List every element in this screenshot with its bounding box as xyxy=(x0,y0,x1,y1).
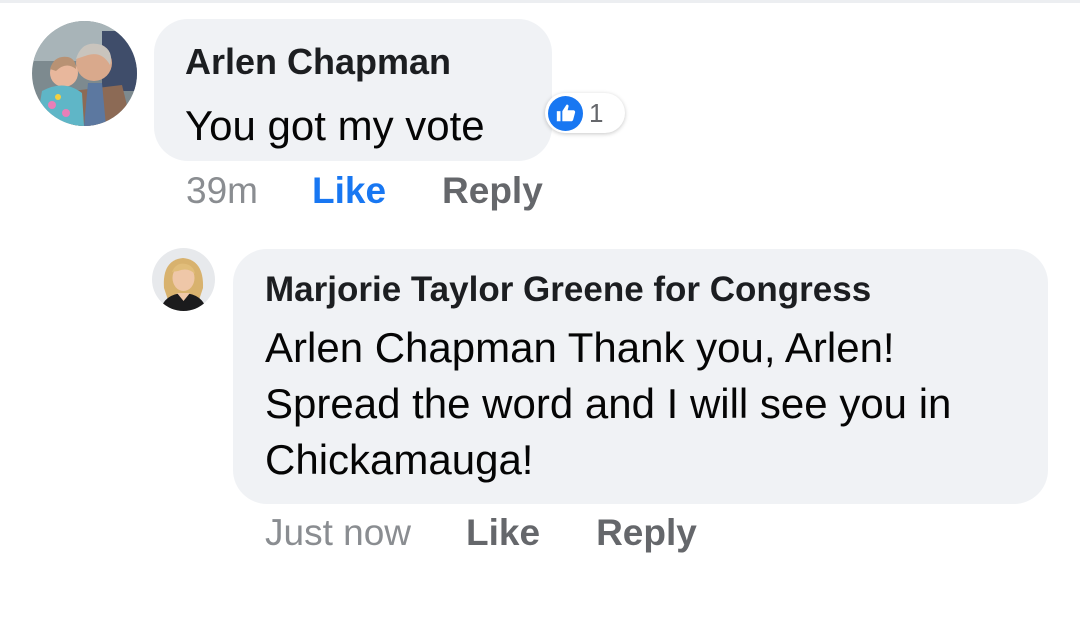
comment-bubble: Marjorie Taylor Greene for Congress Arle… xyxy=(233,249,1048,504)
like-button[interactable]: Like xyxy=(312,170,386,212)
comment-text: Arlen Chapman Thank you, Arlen! Spread t… xyxy=(265,324,952,483)
comment-bubble: Arlen Chapman You got my vote xyxy=(154,19,552,161)
comment-author[interactable]: Marjorie Taylor Greene for Congress xyxy=(265,270,1048,310)
comment-author[interactable]: Arlen Chapman xyxy=(185,42,552,82)
thumbs-up-icon xyxy=(548,95,583,131)
reaction-count: 1 xyxy=(589,97,604,128)
comment-timestamp[interactable]: 39m xyxy=(186,170,258,212)
avatar[interactable] xyxy=(152,248,215,311)
like-button[interactable]: Like xyxy=(466,512,540,554)
reply-button[interactable]: Reply xyxy=(596,512,697,554)
avatar[interactable] xyxy=(32,21,137,126)
comment-timestamp[interactable]: Just now xyxy=(265,512,411,554)
comment-text: You got my vote xyxy=(185,102,485,149)
comment-actions: Just now Like Reply xyxy=(265,512,697,554)
reply-button[interactable]: Reply xyxy=(442,170,543,212)
reaction-badge[interactable]: 1 xyxy=(545,93,625,133)
comment-actions: 39m Like Reply xyxy=(186,170,543,212)
top-divider xyxy=(0,0,1080,3)
